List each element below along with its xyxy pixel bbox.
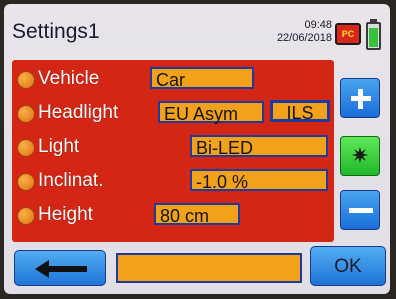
row-light[interactable]: Light Bi-LED [12,134,334,162]
settings-panel: Vehicle Car Headlight EU Asym ILS Light … [12,60,334,242]
increase-button[interactable] [340,78,380,118]
row-vehicle[interactable]: Vehicle Car [12,66,334,94]
value-vehicle[interactable]: Car [150,67,254,90]
label-headlight: Headlight [38,102,119,123]
value-headlight-ils[interactable]: ILS [270,100,330,123]
label-vehicle: Vehicle [38,68,100,89]
radio-vehicle[interactable] [17,71,35,89]
row-height[interactable]: Height 80 cm [12,202,334,230]
row-inclination[interactable]: Inclinat. -1.0 % [12,168,334,196]
battery-icon [366,19,381,50]
row-headlight[interactable]: Headlight EU Asym ILS [12,100,334,128]
decrease-button[interactable] [340,190,380,230]
value-height[interactable]: 80 cm [154,203,240,226]
value-light[interactable]: Bi-LED [190,135,328,158]
return-arrow-icon [35,260,87,278]
plus-icon-stem [358,89,363,109]
clock-time: 09:48 [304,19,332,31]
ok-button[interactable]: OK [310,246,386,286]
clock-date: 22/06/2018 [276,32,332,44]
radio-inclination[interactable] [17,173,35,191]
radio-light[interactable] [17,139,35,157]
label-inclination: Inclinat. [38,170,104,191]
label-light: Light [38,136,80,157]
back-button[interactable] [14,250,106,286]
battery-level [369,27,378,47]
device-screen: Settings1 09:48 22/06/2018 PC Vehicle Ca… [4,4,390,294]
pc-connection-icon: PC [335,23,361,45]
label-height: Height [38,204,93,225]
radio-height[interactable] [17,207,35,225]
sun-star-icon: ✷ [350,143,370,168]
radio-headlight[interactable] [17,105,35,123]
light-toggle-button[interactable]: ✷ [340,136,380,176]
datetime: 09:48 22/06/2018 [256,19,332,45]
minus-icon [349,208,373,213]
message-bar [116,253,302,283]
value-headlight[interactable]: EU Asym [158,101,264,124]
value-inclination[interactable]: -1.0 % [190,169,328,192]
page-title: Settings1 [12,20,100,43]
